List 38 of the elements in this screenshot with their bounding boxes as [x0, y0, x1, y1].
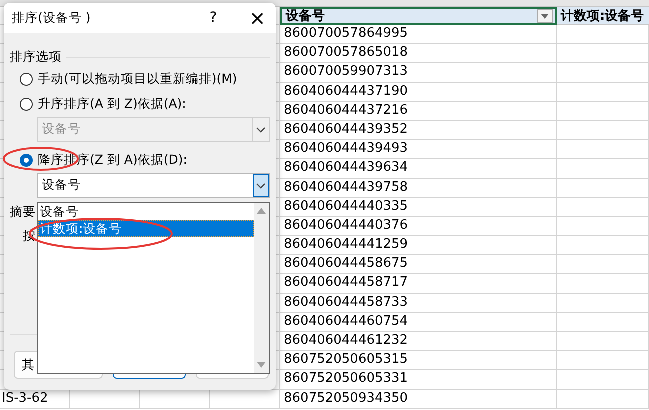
radio-button[interactable]: [20, 73, 33, 86]
table-cell: 860070057864995: [280, 25, 557, 44]
radio-button[interactable]: [20, 154, 33, 167]
close-button[interactable]: ×: [249, 8, 266, 28]
column-header: 设备号: [280, 7, 557, 25]
table-cell: 860406044439493: [280, 140, 557, 160]
filter-button[interactable]: [537, 9, 553, 23]
list-item[interactable]: 设备号: [38, 203, 254, 220]
table-cell: 860070059907313: [280, 63, 557, 83]
table-cell: 860406044460754: [280, 312, 557, 332]
table-cell: 860406044458675: [280, 255, 557, 274]
dropdown-field[interactable]: 设备号: [37, 173, 270, 198]
table-cell: 860406044440335: [280, 198, 557, 217]
table-cell: 860752050605331: [280, 370, 557, 390]
table-cell: 860406044461232: [280, 332, 557, 352]
summary-label: 摘要: [10, 204, 36, 219]
table-cell: 860406044458717: [280, 274, 557, 294]
table-cell: 860070057865018: [280, 44, 557, 64]
table-cell: 860406044440376: [280, 216, 557, 236]
radio-button[interactable]: [20, 98, 33, 111]
table-cell: 860406044458733: [280, 294, 557, 313]
radio-label: 升序排序(A 到 Z)依据(A):: [38, 96, 186, 113]
table-cell: 860406044441259: [280, 236, 557, 256]
group-label: 排序选项: [10, 48, 62, 66]
column-header: 计数项:设备号: [557, 7, 649, 25]
caret-icon: [541, 14, 549, 18]
chevron-icon: [256, 126, 266, 132]
help-button[interactable]: ?: [210, 10, 218, 26]
table-cell: 860406044437190: [280, 82, 557, 102]
table-cell: 860406044439758: [280, 178, 557, 198]
table-cell: 860752050934350: [280, 390, 557, 409]
table-cell: 860752050605315: [280, 351, 557, 370]
table-cell: 860406044439634: [280, 159, 557, 178]
table-cell: 860406044437216: [280, 102, 557, 121]
chevron-icon: [256, 182, 266, 188]
table-cell: 860406044439352: [280, 120, 557, 140]
window-title: 排序(设备号 ): [12, 10, 92, 26]
radio-label: 手动(可以拖动项目以重新编排)(M): [38, 71, 238, 88]
